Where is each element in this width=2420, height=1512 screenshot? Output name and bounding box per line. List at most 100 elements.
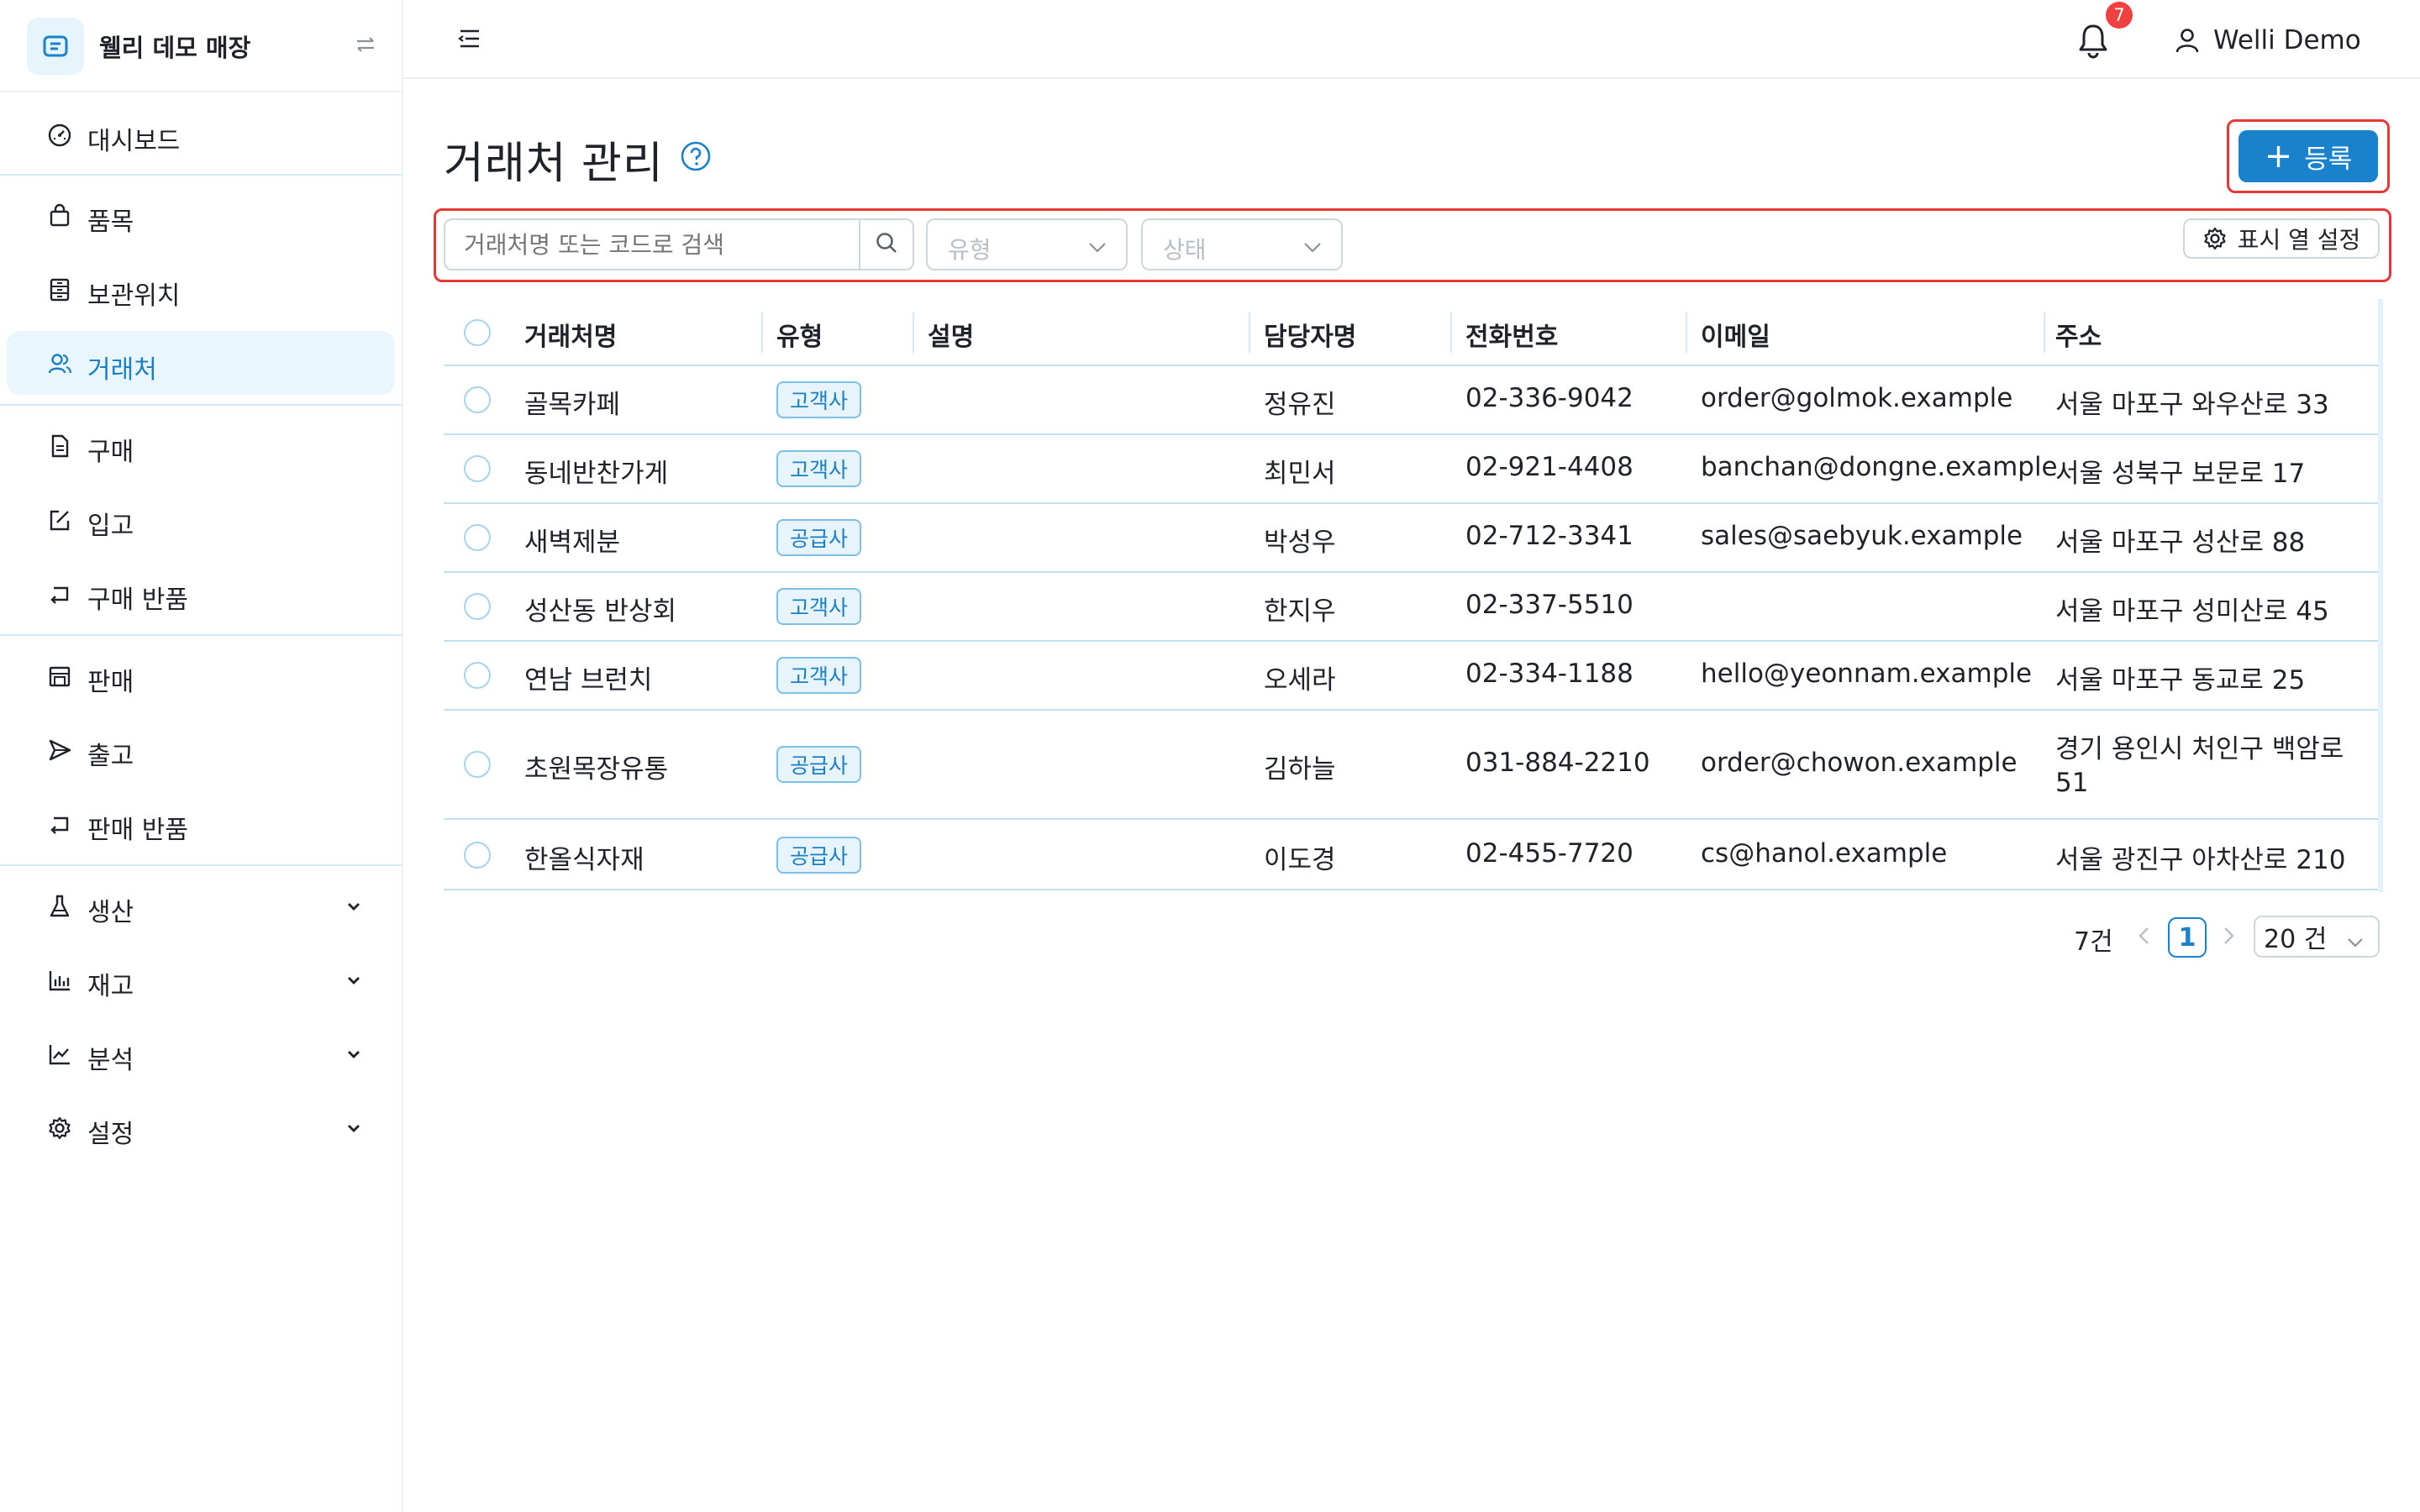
column-divider[interactable]: [761, 312, 763, 353]
cell-contact: 정유진: [1264, 390, 1336, 420]
header-address[interactable]: 주소: [2055, 316, 2102, 353]
cell-address: 서울 마포구 동교로 25: [2055, 665, 2306, 696]
header-email[interactable]: 이메일: [1701, 316, 1770, 353]
sidebar-item-label: 품목: [87, 207, 134, 237]
header-contact[interactable]: 담당자명: [1264, 316, 1356, 353]
sidebar-item-receiving[interactable]: 입고: [7, 487, 395, 551]
select-all-checkbox[interactable]: [464, 319, 491, 346]
table-row[interactable]: 골목카페 고객사 정유진 02-336-9042 order@golmok.ex…: [444, 366, 2380, 435]
help-icon[interactable]: [679, 139, 713, 173]
chevron-left-icon[interactable]: [2134, 924, 2154, 948]
cell-contact: 박성우: [1264, 528, 1336, 558]
cell-phone: 031-884-2210: [1465, 748, 1650, 778]
type-filter-select[interactable]: 유형: [926, 218, 1128, 270]
cell-email: cs@hanol.example: [1701, 838, 1948, 869]
chevron-down-icon[interactable]: [343, 1043, 365, 1065]
sidebar-item-label: 구매 반품: [87, 585, 188, 615]
cell-phone: 02-712-3341: [1465, 521, 1634, 551]
header-name[interactable]: 거래처명: [524, 316, 617, 353]
header-type[interactable]: 유형: [776, 316, 823, 353]
sidebar-item-analytics[interactable]: 분석: [7, 1021, 395, 1085]
table-row[interactable]: 동네반찬가게 고객사 최민서 02-921-4408 banchan@dongn…: [444, 435, 2380, 504]
cell-name[interactable]: 골목카페: [524, 383, 620, 421]
search-button[interactable]: [859, 218, 914, 270]
storage-cabinet-icon: [47, 277, 72, 302]
sidebar-item-dashboard[interactable]: 대시보드: [7, 102, 395, 166]
table-row[interactable]: 초원목장유통 공급사 김하늘 031-884-2210 order@chowon…: [444, 711, 2380, 820]
row-checkbox[interactable]: [464, 842, 491, 869]
bar-chart-icon: [47, 968, 72, 993]
sidebar-item-items[interactable]: 품목: [7, 183, 395, 247]
cell-name[interactable]: 초원목장유통: [524, 748, 668, 785]
column-divider[interactable]: [1686, 312, 1687, 353]
notification-badge: 7: [2106, 2, 2133, 29]
cell-contact: 한지우: [1264, 596, 1336, 627]
column-divider[interactable]: [2044, 312, 2045, 353]
table-scroll-edge[interactable]: [2378, 299, 2383, 892]
sidebar-item-partners[interactable]: 거래처: [7, 331, 395, 395]
cell-name[interactable]: 새벽제분: [524, 521, 620, 559]
sidebar-item-production[interactable]: 생산: [7, 874, 395, 937]
sidebar-item-inventory[interactable]: 재고: [7, 948, 395, 1011]
column-divider[interactable]: [1450, 312, 1452, 353]
column-settings-button[interactable]: 표시 열 설정: [2183, 218, 2380, 259]
search-input[interactable]: [444, 218, 860, 270]
line-chart-icon: [47, 1042, 72, 1067]
chevron-down-icon[interactable]: [343, 895, 365, 917]
sidebar-item-storage[interactable]: 보관위치: [7, 257, 395, 321]
row-checkbox[interactable]: [464, 386, 491, 413]
sidebar-item-purchase[interactable]: 구매: [7, 413, 395, 477]
row-checkbox[interactable]: [464, 751, 491, 778]
table-header: 거래처명 유형 설명 담당자명 전화번호 이메일 주소: [444, 299, 2380, 366]
sidebar-item-purchase-return[interactable]: 구매 반품: [7, 561, 395, 625]
cell-contact: 이도경: [1264, 845, 1336, 875]
cell-address: 서울 성북구 보문로 17: [2055, 459, 2306, 489]
table-row[interactable]: 새벽제분 공급사 박성우 02-712-3341 sales@saebyuk.e…: [444, 504, 2380, 573]
sidebar-item-settings[interactable]: 설정: [7, 1095, 395, 1159]
gear-icon: [47, 1116, 72, 1141]
type-tag: 공급사: [776, 746, 862, 783]
document-icon: [47, 433, 72, 459]
row-checkbox[interactable]: [464, 524, 491, 551]
user-name: Welli Demo: [2213, 25, 2361, 55]
cell-contact: 최민서: [1264, 459, 1336, 489]
cell-address-line2: 51: [2055, 768, 2089, 798]
user-menu[interactable]: Welli Demo: [2173, 22, 2361, 59]
header-description[interactable]: 설명: [928, 316, 974, 353]
column-divider[interactable]: [913, 312, 914, 353]
plus-icon: +: [2264, 137, 2293, 176]
sidebar-item-label: 대시보드: [87, 127, 181, 156]
column-divider[interactable]: [1249, 312, 1250, 353]
page-number-current[interactable]: 1: [2168, 917, 2207, 958]
menu-collapse-icon[interactable]: [454, 24, 484, 54]
store-switch-icon[interactable]: [353, 32, 378, 57]
type-tag: 고객사: [776, 381, 862, 418]
return-arrow-icon: [47, 811, 72, 837]
header-phone[interactable]: 전화번호: [1465, 316, 1558, 353]
table-row[interactable]: 성산동 반상회 고객사 한지우 02-337-5510 서울 마포구 성미산로 …: [444, 573, 2380, 642]
register-button[interactable]: + 등록: [2238, 130, 2378, 182]
chevron-down-icon[interactable]: [343, 969, 365, 991]
sidebar-item-label: 거래처: [87, 355, 157, 385]
table-row[interactable]: 연남 브런치 고객사 오세라 02-334-1188 hello@yeonnam…: [444, 642, 2380, 711]
row-checkbox[interactable]: [464, 455, 491, 482]
row-checkbox[interactable]: [464, 662, 491, 689]
dashboard-gauge-icon: [47, 123, 72, 148]
table-row[interactable]: 한올식자재 공급사 이도경 02-455-7720 cs@hanol.examp…: [444, 820, 2380, 890]
chevron-right-icon[interactable]: [2218, 924, 2238, 948]
sidebar-item-label: 설정: [87, 1120, 134, 1149]
bell-icon[interactable]: [2075, 22, 2111, 59]
sidebar-item-shipping[interactable]: 출고: [7, 717, 395, 781]
page-size-select[interactable]: 20 건: [2254, 916, 2380, 958]
cell-name[interactable]: 한올식자재: [524, 838, 644, 876]
chevron-down-icon[interactable]: [343, 1117, 365, 1139]
page-title: 거래처 관리: [444, 139, 664, 189]
cell-name[interactable]: 동네반찬가게: [524, 452, 668, 490]
sidebar-item-sales[interactable]: 판매: [7, 643, 395, 707]
cell-name[interactable]: 성산동 반상회: [524, 590, 676, 627]
status-filter-select[interactable]: 상태: [1141, 218, 1343, 270]
sidebar-item-sales-return[interactable]: 판매 반품: [7, 791, 395, 855]
sidebar-item-label: 생산: [87, 898, 134, 927]
cell-name[interactable]: 연남 브런치: [524, 659, 652, 696]
row-checkbox[interactable]: [464, 593, 491, 620]
